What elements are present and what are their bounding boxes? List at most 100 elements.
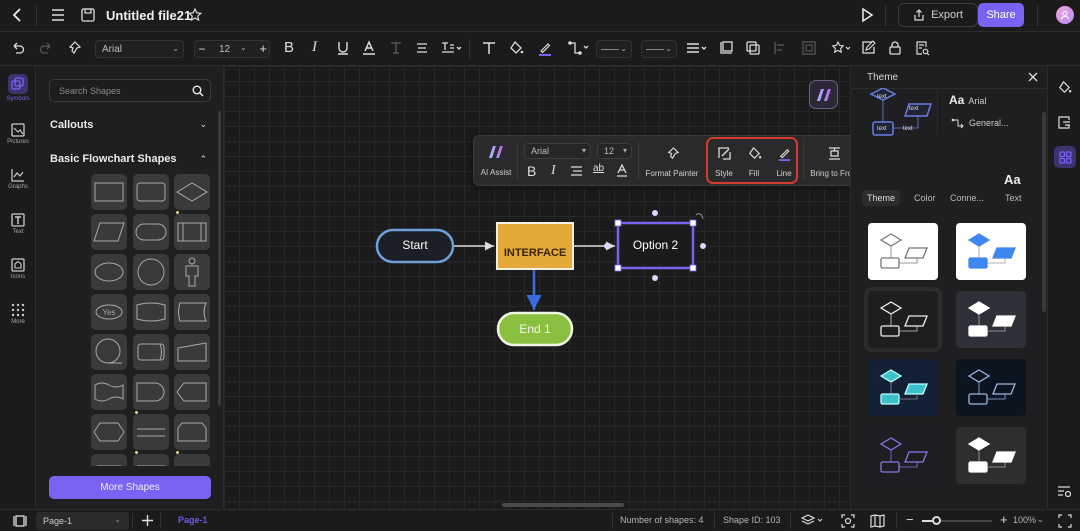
fill-bucket-icon[interactable]	[1057, 80, 1072, 95]
floating-size-select[interactable]: 12 ▾	[597, 143, 632, 159]
shape-tile[interactable]	[174, 174, 210, 210]
shape-tile[interactable]	[91, 214, 127, 250]
italic-icon[interactable]: I	[551, 163, 556, 179]
text-style-icon[interactable]	[389, 40, 403, 56]
more-shapes-button[interactable]: More Shapes	[49, 476, 211, 499]
tab-theme[interactable]: Theme	[862, 190, 901, 206]
page-settings-icon[interactable]	[1057, 115, 1072, 130]
map-icon[interactable]	[870, 514, 885, 528]
align-icon[interactable]	[570, 165, 583, 177]
list-settings-icon[interactable]	[1057, 484, 1072, 499]
rail-item-graphs[interactable]: Graphs	[0, 168, 36, 190]
rail-item-pictures[interactable]: Pictures	[0, 123, 36, 145]
font-color-icon[interactable]	[616, 164, 628, 177]
find-icon[interactable]	[914, 40, 930, 56]
undo-icon[interactable]	[10, 40, 26, 56]
theme-grid-button[interactable]	[1054, 146, 1076, 168]
play-icon[interactable]	[858, 6, 876, 24]
shape-tile[interactable]: Yes	[91, 294, 127, 330]
chevron-down-icon[interactable]: ⌄	[1037, 515, 1044, 524]
theme-connector-option[interactable]: General...	[951, 117, 1009, 129]
theme-thumbnail[interactable]	[864, 287, 942, 352]
line-spacing-icon[interactable]	[441, 40, 463, 56]
lock-icon[interactable]	[887, 40, 903, 56]
format-painter-icon[interactable]	[66, 40, 82, 56]
shape-tile[interactable]	[133, 214, 169, 250]
distribute-icon[interactable]	[801, 40, 817, 56]
back-icon[interactable]	[10, 7, 26, 23]
font-color-icon[interactable]	[362, 40, 376, 56]
theme-thumbnail[interactable]	[868, 359, 938, 416]
align-objects-icon[interactable]	[772, 40, 788, 56]
export-button[interactable]: Export	[898, 3, 978, 27]
section-callouts[interactable]: Callouts	[50, 119, 93, 131]
canvas-horizontal-scrollbar[interactable]	[502, 503, 624, 507]
shape-tile[interactable]	[133, 411, 169, 450]
shape-tile[interactable]	[91, 454, 127, 466]
format-painter-button[interactable]: Format Painter	[641, 141, 703, 178]
ai-assist-floating-button[interactable]	[809, 80, 838, 109]
shape-tile[interactable]	[133, 294, 169, 330]
search-icon[interactable]	[192, 85, 204, 97]
align-icon[interactable]	[415, 40, 429, 56]
zoom-out-button[interactable]: −	[906, 512, 914, 527]
line-weight-select[interactable]: ⌄	[641, 40, 677, 58]
page-panel-icon[interactable]	[13, 514, 27, 528]
tab-color[interactable]: Color	[914, 193, 936, 203]
shape-tile[interactable]	[133, 254, 169, 290]
shape-tile[interactable]	[174, 334, 210, 370]
theme-thumbnail[interactable]	[956, 223, 1026, 280]
menu-icon[interactable]	[50, 7, 66, 23]
line-style-select[interactable]: ⌄	[596, 40, 632, 58]
group-icon[interactable]	[745, 40, 761, 56]
zoom-slider[interactable]	[922, 516, 992, 525]
increase-size-button[interactable]: +	[259, 41, 267, 56]
theme-thumbnail[interactable]	[868, 427, 938, 484]
magic-icon[interactable]	[831, 40, 853, 56]
theme-thumbnail[interactable]	[956, 359, 1026, 416]
shape-tile[interactable]	[133, 451, 169, 466]
shape-tile[interactable]	[174, 294, 210, 330]
shape-tile[interactable]	[91, 334, 127, 370]
bold-icon[interactable]: B	[527, 163, 536, 179]
zoom-in-button[interactable]: +	[1000, 512, 1008, 527]
text-tool-icon[interactable]	[481, 40, 497, 56]
tab-connector[interactable]: Conne...	[950, 193, 984, 203]
line-color-icon[interactable]	[537, 40, 553, 56]
ai-assist-button[interactable]: AI Assist	[479, 141, 513, 177]
shape-tile[interactable]	[133, 374, 169, 410]
focus-icon[interactable]	[841, 514, 855, 528]
shape-tile[interactable]	[91, 374, 127, 410]
shape-tile[interactable]	[174, 374, 210, 410]
theme-thumbnail[interactable]	[956, 427, 1026, 484]
search-shapes-input[interactable]: Search Shapes	[49, 79, 211, 102]
zoom-level[interactable]: 100%	[1013, 515, 1036, 525]
underline-icon[interactable]	[336, 40, 350, 56]
shapes-scrollbar[interactable]	[218, 111, 221, 406]
close-icon[interactable]	[1027, 71, 1039, 83]
share-button[interactable]: Share	[978, 3, 1024, 27]
fullscreen-icon[interactable]	[1058, 514, 1072, 528]
add-page-icon[interactable]	[141, 514, 154, 527]
rail-item-symbols[interactable]: Symbols	[0, 74, 36, 102]
shape-tile[interactable]	[174, 414, 210, 450]
shape-tile[interactable]	[174, 254, 210, 290]
shape-tile[interactable]	[91, 254, 127, 290]
shape-tile[interactable]	[133, 334, 169, 370]
zoom-slider-handle[interactable]	[932, 516, 941, 525]
font-size-stepper[interactable]: − 12 ⌄ +	[194, 40, 270, 58]
theme-thumbnail[interactable]	[868, 223, 938, 280]
shape-tile[interactable]	[174, 211, 210, 250]
rail-item-icons[interactable]: Icons	[0, 258, 36, 280]
edit-icon[interactable]	[860, 40, 876, 56]
decrease-size-button[interactable]: −	[195, 42, 209, 56]
bold-icon[interactable]: B	[284, 39, 294, 56]
theme-thumbnail[interactable]	[956, 291, 1026, 348]
page-select[interactable]: Page-1 ⌄	[36, 512, 129, 530]
bring-front-icon[interactable]	[718, 40, 734, 56]
document-title[interactable]: Untitled file21	[106, 8, 191, 23]
chevron-down-icon[interactable]: ⌄	[199, 119, 207, 130]
shape-tile[interactable]	[133, 174, 169, 210]
shape-tile[interactable]	[91, 414, 127, 450]
highlight-icon[interactable]: ab	[593, 163, 604, 174]
